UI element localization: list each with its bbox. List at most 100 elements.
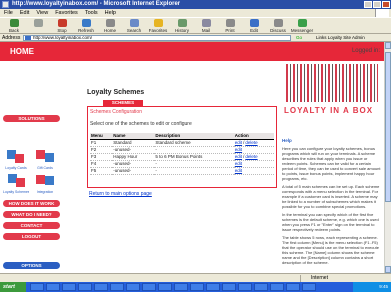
menu-view[interactable]: View [36, 9, 48, 17]
taskbar-item[interactable] [254, 283, 268, 291]
table-row: F5 -unused- - edit [90, 167, 274, 175]
cell-description: Standard scheme [154, 139, 234, 147]
ie-icon [2, 1, 9, 8]
menu-tools[interactable]: Tools [85, 9, 98, 17]
toolbar-button-forward[interactable] [26, 18, 50, 34]
taskbar-item[interactable] [222, 283, 236, 291]
messenger-icon [297, 19, 307, 27]
home-link[interactable]: HOME [10, 47, 34, 56]
cell-description: - [154, 146, 234, 154]
delete-link[interactable]: delete [245, 154, 257, 159]
edit-link[interactable]: edit [235, 168, 242, 173]
internet-zone: Internet [300, 275, 384, 282]
nav-how-it-works[interactable]: HOW DOES IT WORK [3, 200, 60, 207]
favorites-icon [153, 19, 163, 27]
table-row: F3 Happy Hour 5 to 6 PM Bonus Points edit/d… [90, 153, 274, 161]
delete-link[interactable]: delete [245, 140, 257, 145]
card-icon [15, 154, 24, 163]
address-input[interactable]: http://www.loyaltyinabox.com/ [23, 35, 291, 41]
taskbar-item[interactable] [46, 283, 60, 291]
address-label: Address [2, 35, 21, 41]
taskbar-item[interactable] [190, 283, 204, 291]
edit-link[interactable]: edit [235, 154, 242, 159]
taskbar-item[interactable] [142, 283, 156, 291]
taskbar-item[interactable] [206, 283, 220, 291]
edit-link[interactable]: edit [235, 140, 242, 145]
scroll-down-icon[interactable] [385, 266, 391, 273]
taskbar-item[interactable] [286, 283, 300, 291]
toolbar-button-discuss[interactable]: Discuss [266, 18, 290, 34]
grid-item-integration[interactable]: Integration [32, 173, 58, 194]
taskbar-item[interactable] [174, 283, 188, 291]
grid-item-gift-cards[interactable]: Gift Cards [32, 149, 58, 170]
mail-icon [201, 19, 211, 27]
toolbar-button-home[interactable]: Home [98, 18, 122, 34]
menu-file[interactable]: File [4, 9, 13, 17]
link-site-admin[interactable]: Loyalty Site Admin [328, 35, 365, 40]
cell-action: edit/delete [233, 153, 274, 161]
scheme-icon [16, 178, 25, 187]
toolbar-button-messenger[interactable]: Messenger [290, 18, 314, 34]
instruction-text: Select one of the schemes to edit or con… [90, 121, 192, 127]
scroll-up-icon[interactable] [385, 42, 391, 49]
menu-favorites[interactable]: Favorites [55, 9, 78, 17]
toolbar-label: Search [126, 28, 142, 33]
grid-label: Gift Cards [37, 166, 53, 170]
cell-menu: F3 [90, 153, 113, 161]
edit-link[interactable]: edit [235, 147, 242, 152]
taskbar-item[interactable] [238, 283, 252, 291]
links-label: Links [316, 35, 327, 40]
start-button[interactable]: start [0, 282, 26, 292]
toolbar-button-favorites[interactable]: Favorites [146, 18, 170, 34]
toolbar-button-history[interactable]: History [170, 18, 194, 34]
cell-name: Standard [112, 139, 155, 147]
edit-link[interactable]: edit [235, 161, 242, 166]
nav-logout[interactable]: LOGOUT [3, 233, 60, 240]
taskbar-item[interactable] [78, 283, 92, 291]
nav-options[interactable]: OPTIONS [3, 262, 60, 269]
menu-help[interactable]: Help [105, 9, 116, 17]
solutions-grid: Loyalty Cards Gift Cards Loyalty Schemes… [3, 149, 60, 195]
taskbar-item[interactable] [62, 283, 76, 291]
grid-item-loyalty-cards[interactable]: Loyalty Cards [3, 149, 29, 170]
help-paragraph: In the terminal you can specify which of… [282, 212, 379, 232]
logo-text: LOYALTY IN A BOX [284, 106, 374, 115]
toolbar-button-search[interactable]: Search [122, 18, 146, 34]
toolbar-button-stop[interactable]: Stop [50, 18, 74, 34]
taskbar-item[interactable] [30, 283, 44, 291]
main-content: Loyalty Schemes SCHEMES Schemes Configur… [87, 89, 277, 269]
toolbar-button-refresh[interactable]: Refresh [74, 18, 98, 34]
toolbar-label: Favorites [148, 28, 168, 33]
page-title: Loyalty Schemes [87, 89, 145, 96]
toolbar-button-mail[interactable]: Mail [194, 18, 218, 34]
nav-solutions[interactable]: SOLUTIONS [3, 115, 60, 122]
menu-edit[interactable]: Edit [20, 9, 29, 17]
taskbar-item[interactable] [110, 283, 124, 291]
toolbar-button-back[interactable]: Back [2, 18, 26, 34]
links-toolbar[interactable]: Links Loyalty Site Admin [316, 34, 365, 42]
close-button[interactable] [382, 1, 390, 8]
toolbar-button-edit[interactable]: Edit [242, 18, 266, 34]
cell-description: - [154, 167, 234, 175]
minimize-button[interactable] [364, 1, 372, 8]
toolbar-button-print[interactable]: Print [218, 18, 242, 34]
return-link[interactable]: Return to main options page [89, 191, 152, 197]
taskbar-item[interactable] [126, 283, 140, 291]
go-button[interactable]: Go [296, 35, 310, 41]
vertical-scrollbar[interactable] [384, 42, 391, 273]
grid-item-loyalty-schemes[interactable]: Loyalty Schemes [3, 173, 29, 194]
taskbar-item[interactable] [94, 283, 108, 291]
help-paragraph: A total of 5 main schemes can be set up.… [282, 184, 380, 209]
left-nav: SOLUTIONS Loyalty Cards Gift Cards Loyal… [0, 61, 62, 273]
scroll-thumb[interactable] [385, 52, 391, 202]
toolbar-label: History [174, 28, 189, 33]
window-controls [364, 1, 390, 8]
maximize-button[interactable] [373, 1, 381, 8]
browser-window: http://www.loyaltyinabox.com/ - Microsof… [0, 0, 391, 292]
grid-label: Loyalty Cards [5, 166, 27, 170]
taskbar-item[interactable] [270, 283, 284, 291]
nav-contact[interactable]: CONTACT [3, 222, 60, 229]
taskbar-item[interactable] [302, 283, 316, 291]
nav-what-do-i-need[interactable]: WHAT DO I NEED? [3, 211, 60, 218]
taskbar-item[interactable] [158, 283, 172, 291]
